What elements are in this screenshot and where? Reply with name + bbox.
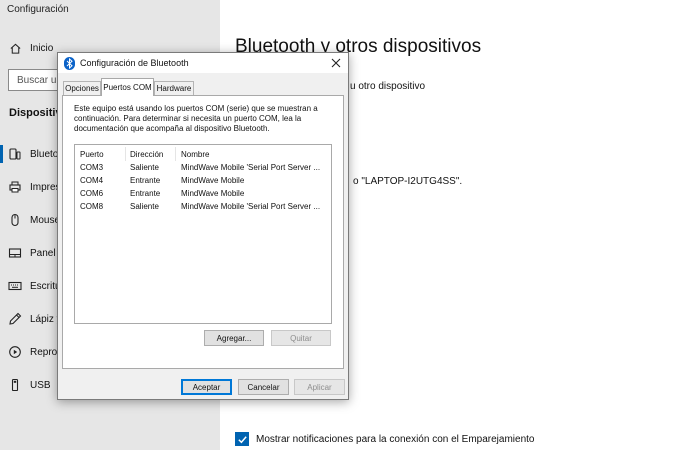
keyboard-icon bbox=[8, 279, 22, 293]
nav-home-label: Inicio bbox=[30, 42, 54, 54]
usb-icon bbox=[8, 378, 22, 392]
autoplay-icon bbox=[8, 345, 22, 359]
cancel-button[interactable]: Cancelar bbox=[238, 379, 289, 395]
dialog-titlebar[interactable]: Configuración de Bluetooth bbox=[58, 53, 348, 73]
port-cell: COM4 bbox=[80, 176, 104, 185]
sidebar-item-label: Escritu bbox=[30, 280, 61, 292]
com-ports-panel: Este equipo está usando los puertos COM … bbox=[62, 95, 344, 369]
port-cell: COM8 bbox=[80, 202, 104, 211]
direction-cell: Saliente bbox=[130, 202, 159, 211]
pen-icon bbox=[8, 312, 22, 326]
com-ports-description: Este equipo está usando los puertos COM … bbox=[74, 104, 318, 133]
accept-button[interactable]: Aceptar bbox=[181, 379, 232, 395]
direction-cell: Saliente bbox=[130, 163, 159, 172]
column-header-port[interactable]: Puerto bbox=[80, 150, 104, 159]
port-cell: COM3 bbox=[80, 163, 104, 172]
touchpad-icon bbox=[8, 246, 22, 260]
printer-icon bbox=[8, 180, 22, 194]
add-port-button[interactable]: Agregar... bbox=[204, 330, 264, 346]
direction-cell: Entrante bbox=[130, 189, 161, 198]
app-title: Configuración bbox=[7, 4, 69, 15]
table-row[interactable]: COM6 Entrante MindWave Mobile bbox=[75, 188, 331, 201]
home-icon bbox=[8, 41, 22, 55]
table-row[interactable]: COM8 Saliente MindWave Mobile 'Serial Po… bbox=[75, 201, 331, 214]
name-cell: MindWave Mobile bbox=[181, 189, 245, 198]
remove-port-button[interactable]: Quitar bbox=[271, 330, 331, 346]
sidebar-item-label: Repro bbox=[30, 346, 58, 358]
close-icon[interactable] bbox=[329, 56, 343, 70]
name-cell: MindWave Mobile bbox=[181, 176, 245, 185]
column-header-name[interactable]: Nombre bbox=[181, 150, 209, 159]
column-header-direction[interactable]: Dirección bbox=[130, 150, 163, 159]
notifications-option[interactable]: Mostrar notificaciones para la conexión … bbox=[235, 432, 534, 446]
tab-puertos-com[interactable]: Puertos COM bbox=[101, 78, 154, 96]
com-ports-table[interactable]: Puerto Dirección Nombre COM3 Saliente Mi… bbox=[74, 144, 332, 324]
dialog-title: Configuración de Bluetooth bbox=[80, 58, 189, 68]
sidebar-item-label: Mouse bbox=[30, 214, 61, 226]
column-separator bbox=[175, 147, 176, 161]
add-device-text: u otro dispositivo bbox=[350, 81, 426, 92]
table-row[interactable]: COM4 Entrante MindWave Mobile bbox=[75, 175, 331, 188]
tab-opciones[interactable]: Opciones bbox=[63, 81, 101, 95]
mouse-icon bbox=[8, 213, 22, 227]
discoverable-device-name: o "LAPTOP-I2UTG4SS". bbox=[353, 176, 463, 187]
bluetooth-devices-icon bbox=[8, 147, 22, 161]
port-cell: COM6 bbox=[80, 189, 104, 198]
direction-cell: Entrante bbox=[130, 176, 161, 185]
sidebar-item-label: Blueto bbox=[30, 148, 59, 160]
tab-hardware[interactable]: Hardware bbox=[154, 81, 194, 95]
notifications-checkbox[interactable] bbox=[235, 432, 249, 446]
column-separator bbox=[125, 147, 126, 161]
selected-indicator bbox=[0, 145, 3, 163]
bluetooth-icon bbox=[64, 57, 75, 70]
name-cell: MindWave Mobile 'Serial Port Server ... bbox=[181, 202, 321, 211]
sidebar-item-label: Impres bbox=[30, 181, 61, 193]
name-cell: MindWave Mobile 'Serial Port Server ... bbox=[181, 163, 321, 172]
apply-button[interactable]: Aplicar bbox=[294, 379, 345, 395]
notifications-label: Mostrar notificaciones para la conexión … bbox=[256, 433, 535, 445]
checkmark-icon bbox=[237, 435, 247, 443]
sidebar-item-label: USB bbox=[30, 379, 51, 391]
table-row[interactable]: COM3 Saliente MindWave Mobile 'Serial Po… bbox=[75, 162, 331, 175]
bluetooth-settings-dialog: Configuración de Bluetooth Opciones Puer… bbox=[57, 52, 349, 400]
